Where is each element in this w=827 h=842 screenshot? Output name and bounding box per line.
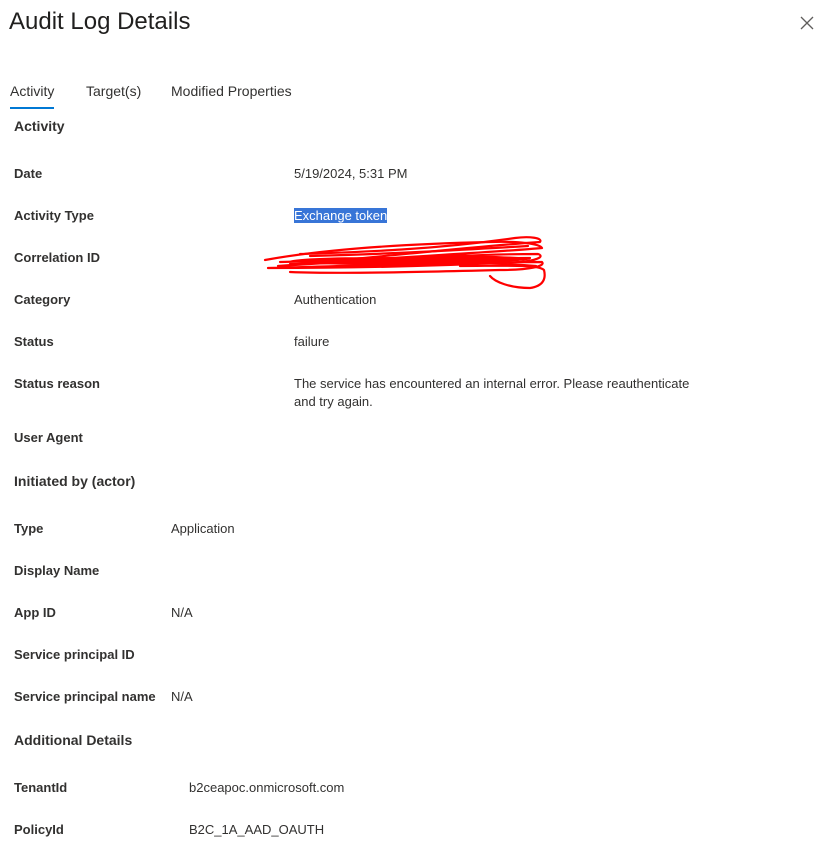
display-name-label: Display Name bbox=[14, 563, 100, 578]
tab-targets[interactable]: Target(s) bbox=[86, 80, 141, 102]
close-button[interactable] bbox=[796, 12, 818, 34]
status-value: failure bbox=[294, 334, 330, 349]
service-principal-name-value: N/A bbox=[171, 689, 193, 704]
service-principal-id-label: Service principal ID bbox=[14, 647, 135, 662]
additional-details-heading: Additional Details bbox=[14, 732, 133, 748]
activity-type-label: Activity Type bbox=[14, 208, 94, 223]
tenant-id-label: TenantId bbox=[14, 780, 68, 795]
tenant-id-value: b2ceapoc.onmicrosoft.com bbox=[189, 780, 345, 795]
correlation-id-label: Correlation ID bbox=[14, 250, 100, 265]
tab-modified-properties[interactable]: Modified Properties bbox=[171, 80, 292, 102]
user-agent-label: User Agent bbox=[14, 430, 83, 445]
panel-title: Audit Log Details bbox=[9, 8, 191, 35]
status-reason-label: Status reason bbox=[14, 376, 100, 391]
redaction-scribble bbox=[263, 236, 546, 290]
category-value: Authentication bbox=[294, 292, 377, 307]
activity-heading: Activity bbox=[14, 118, 65, 134]
status-reason-value: The service has encountered an internal … bbox=[294, 376, 690, 409]
type-value: Application bbox=[171, 521, 235, 536]
tab-activity[interactable]: Activity bbox=[10, 80, 55, 109]
initiated-by-heading: Initiated by (actor) bbox=[14, 473, 136, 489]
category-label: Category bbox=[14, 292, 71, 307]
date-value: 5/19/2024, 5:31 PM bbox=[294, 166, 408, 181]
policy-id-value: B2C_1A_AAD_OAUTH bbox=[189, 822, 325, 837]
date-label: Date bbox=[14, 166, 43, 181]
selected-text: Exchange token bbox=[294, 208, 388, 223]
activity-type-value: Exchange token bbox=[294, 207, 388, 225]
app-id-label: App ID bbox=[14, 605, 56, 620]
type-label: Type bbox=[14, 521, 44, 536]
service-principal-name-label: Service principal name bbox=[14, 689, 156, 704]
app-id-value: N/A bbox=[171, 605, 193, 620]
policy-id-label: PolicyId bbox=[14, 822, 64, 837]
close-icon bbox=[800, 16, 814, 30]
status-label: Status bbox=[14, 334, 54, 349]
